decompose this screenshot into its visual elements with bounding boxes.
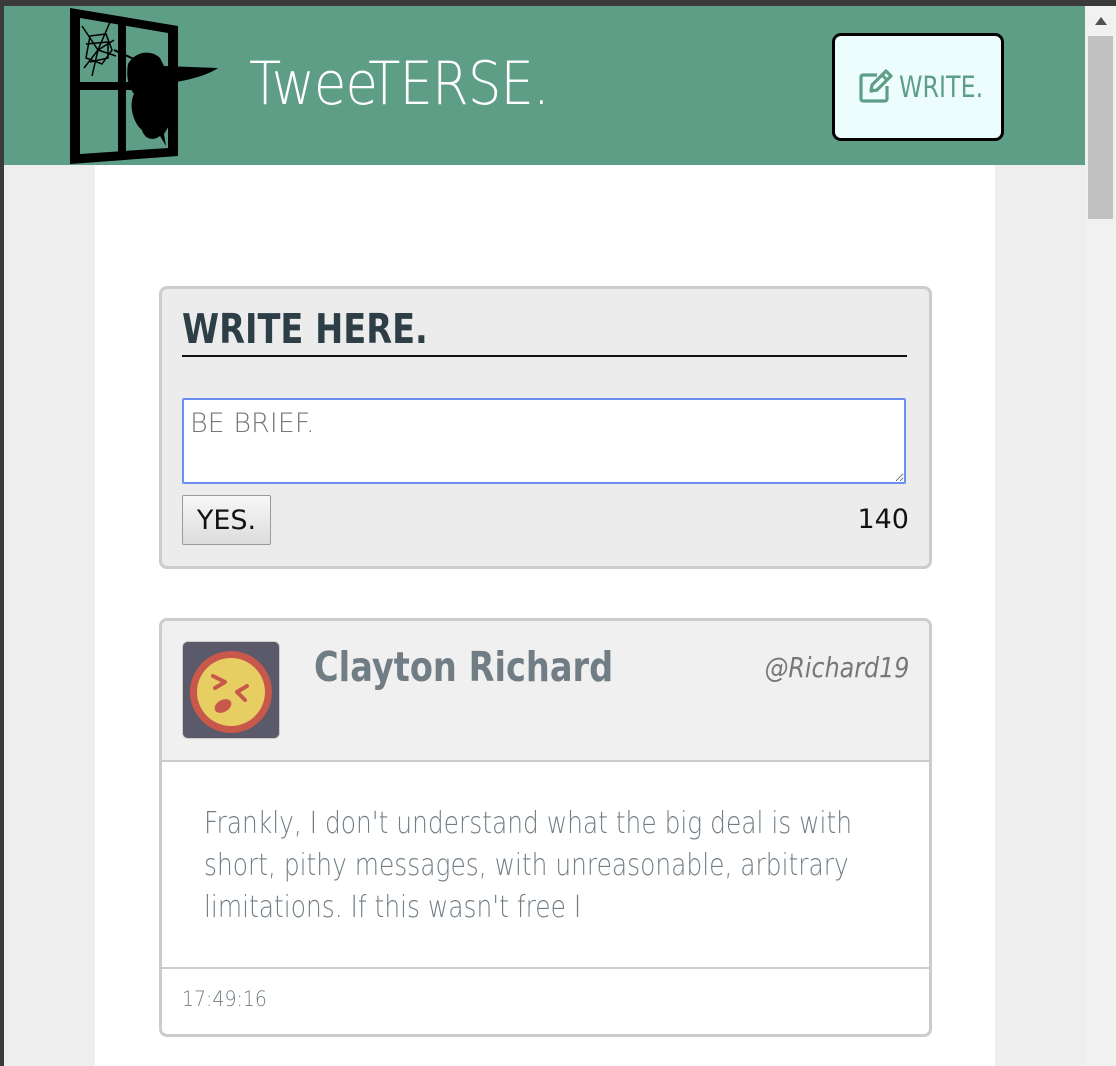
submit-button[interactable]: YES. (182, 495, 271, 545)
tweet-timestamp: 17:49:16 (182, 987, 267, 1011)
tweet-footer: 17:49:16 (162, 967, 929, 1034)
tweet-header: Clayton Richard @Richard19 (162, 621, 929, 762)
tweet-text: Frankly, I don't understand what the big… (204, 806, 853, 925)
logo-window-hummingbird-icon (70, 8, 218, 164)
scroll-thumb[interactable] (1088, 36, 1113, 219)
character-counter: 140 (857, 504, 909, 535)
tweet-card: Clayton Richard @Richard19 Frankly, I do… (159, 618, 932, 1037)
compose-title-text: WRITE HERE. (182, 305, 428, 353)
avatar (182, 641, 280, 739)
edit-icon (859, 69, 893, 103)
compose-panel: WRITE HERE. YES. 140 (159, 286, 932, 569)
browser-window: TweeTERSE. WRITE. WRITE HERE. YES. 140 (4, 6, 1116, 1066)
author-handle[interactable]: @Richard19 (764, 651, 909, 684)
write-button[interactable]: WRITE. (832, 33, 1004, 141)
compose-title: WRITE HERE. (182, 303, 907, 357)
laughing-face-icon (183, 642, 279, 738)
compose-textarea[interactable] (182, 398, 906, 484)
app-title: TweeTERSE. (249, 49, 550, 119)
app-header: TweeTERSE. WRITE. (4, 6, 1085, 165)
write-button-label: WRITE. (899, 70, 984, 104)
scroll-up-arrow-icon[interactable] (1085, 6, 1116, 36)
main-column: WRITE HERE. YES. 140 Clayton Richard (95, 165, 995, 1066)
vertical-scrollbar[interactable] (1085, 6, 1116, 1066)
author-name: Clayton Richard (314, 643, 614, 691)
